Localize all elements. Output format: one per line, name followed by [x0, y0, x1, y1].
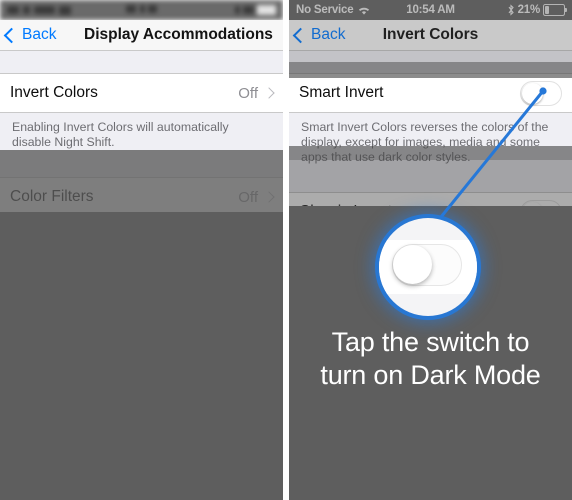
list-item-value: Off	[238, 84, 258, 102]
list-item-label: Smart Invert	[299, 84, 384, 101]
right-list-gap-2	[289, 175, 572, 192]
back-button-label: Back	[22, 26, 57, 43]
list-item-smart-invert[interactable]: Smart Invert	[289, 73, 572, 113]
classic-invert-switch[interactable]	[520, 199, 562, 225]
right-list-top-gap	[289, 51, 572, 73]
chevron-left-icon	[3, 27, 20, 43]
list-item-label: Invert Colors	[10, 84, 98, 101]
left-status-bar	[0, 0, 283, 20]
right-nav-bar: Back Invert Colors	[289, 20, 572, 51]
left-list-top-gap	[0, 51, 283, 73]
page-title: Invert Colors	[382, 26, 479, 43]
status-right-group: 21%	[507, 4, 568, 16]
bluetooth-icon	[508, 4, 514, 16]
left-nav-bar: Back Display Accommodations	[0, 20, 283, 51]
chevron-right-icon	[263, 191, 275, 203]
chevron-right-icon	[263, 87, 275, 99]
left-phone-panel: Back Display Accommodations Invert Color…	[0, 0, 283, 500]
list-item-invert-colors[interactable]: Invert Colors Off	[0, 73, 283, 113]
list-item-label: Classic Invert	[299, 203, 393, 220]
magnifier-callout	[379, 218, 477, 316]
magnified-switch-knob[interactable]	[393, 245, 432, 284]
footnote-smart-invert: Smart Invert Colors reverses the colors …	[289, 113, 572, 175]
instruction-caption: Tap the switch to turn on Dark Mode	[289, 326, 572, 392]
left-list-gap-2	[0, 160, 283, 177]
footnote-invert-colors: Enabling Invert Colors will automaticall…	[0, 113, 283, 160]
tutorial-screenshot: Back Display Accommodations Invert Color…	[0, 0, 572, 500]
obscured-switch[interactable]	[231, 286, 273, 312]
caption-line-2: turn on Dark Mode	[320, 360, 541, 390]
list-item-label: Color Filters	[10, 188, 94, 205]
page-title: Display Accommodations	[84, 26, 273, 43]
left-list-filler	[0, 344, 283, 500]
list-item-color-filters[interactable]: Color Filters Off	[0, 177, 283, 217]
list-item-obscured[interactable]	[0, 279, 283, 319]
battery-icon	[543, 4, 568, 16]
smart-invert-switch[interactable]	[520, 80, 562, 106]
list-item-value: Off	[238, 188, 258, 206]
left-status-battery-obscured	[235, 5, 276, 15]
footnote-color-filters: Color filters can be used to differentia…	[0, 217, 283, 279]
caption-line-1: Tap the switch to	[331, 327, 530, 357]
right-status-bar: No Service 10:54 AM 21%	[289, 0, 572, 20]
back-button[interactable]: Back	[3, 26, 57, 44]
obscured-label	[10, 293, 231, 305]
left-obscured-section	[0, 279, 283, 344]
obscured-footnote	[0, 319, 283, 344]
status-battery-percent: 21%	[517, 4, 541, 16]
